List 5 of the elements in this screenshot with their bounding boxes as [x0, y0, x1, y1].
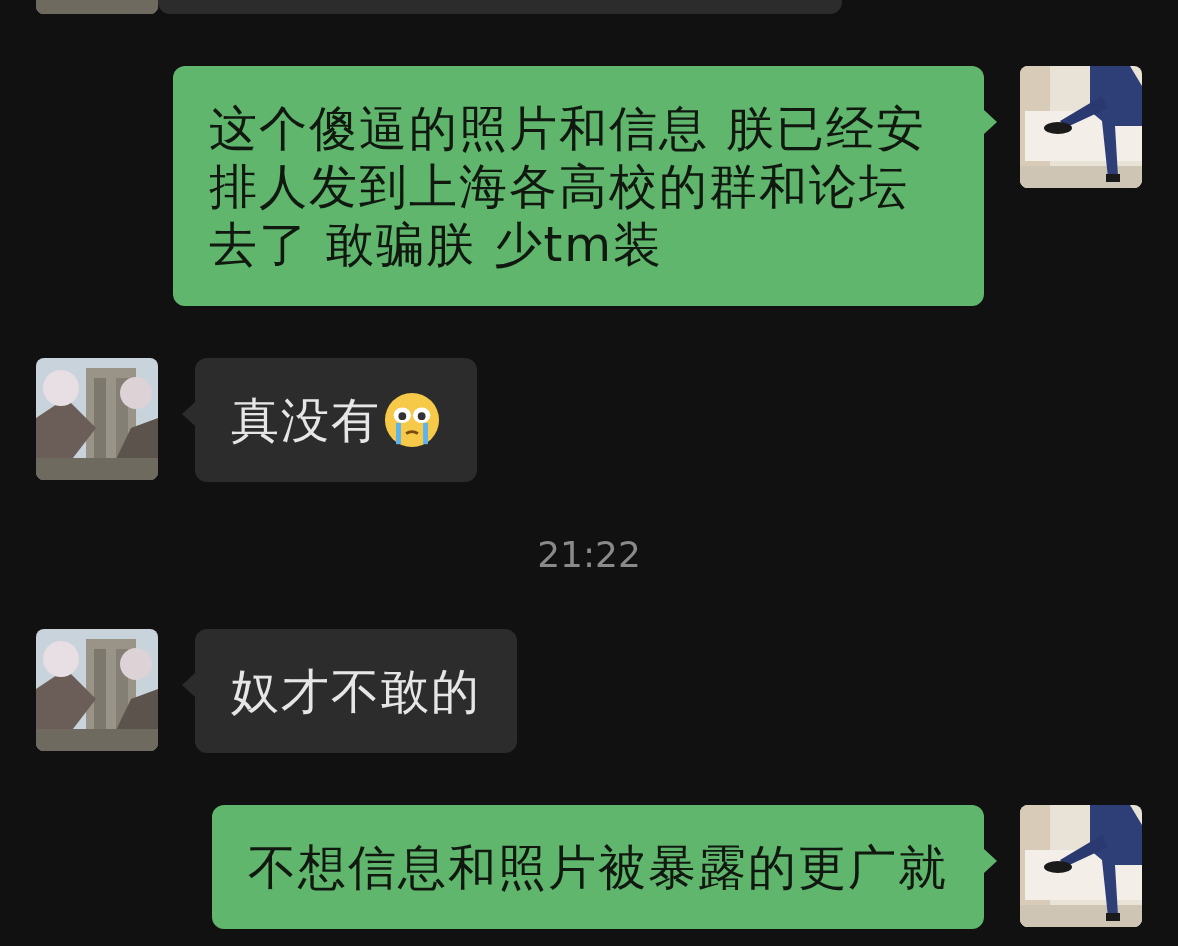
sent-message: 这个傻逼的照片和信息 朕已经安排人发到上海各高校的群和论坛去了 敢骗朕 少tm装	[173, 66, 984, 306]
sent-message: 不想信息和照片被暴露的更广就	[212, 805, 984, 929]
received-message: 奴才不敢的	[195, 629, 517, 753]
timestamp: 21:22	[537, 534, 641, 575]
received-message: 真没有	[195, 358, 477, 482]
